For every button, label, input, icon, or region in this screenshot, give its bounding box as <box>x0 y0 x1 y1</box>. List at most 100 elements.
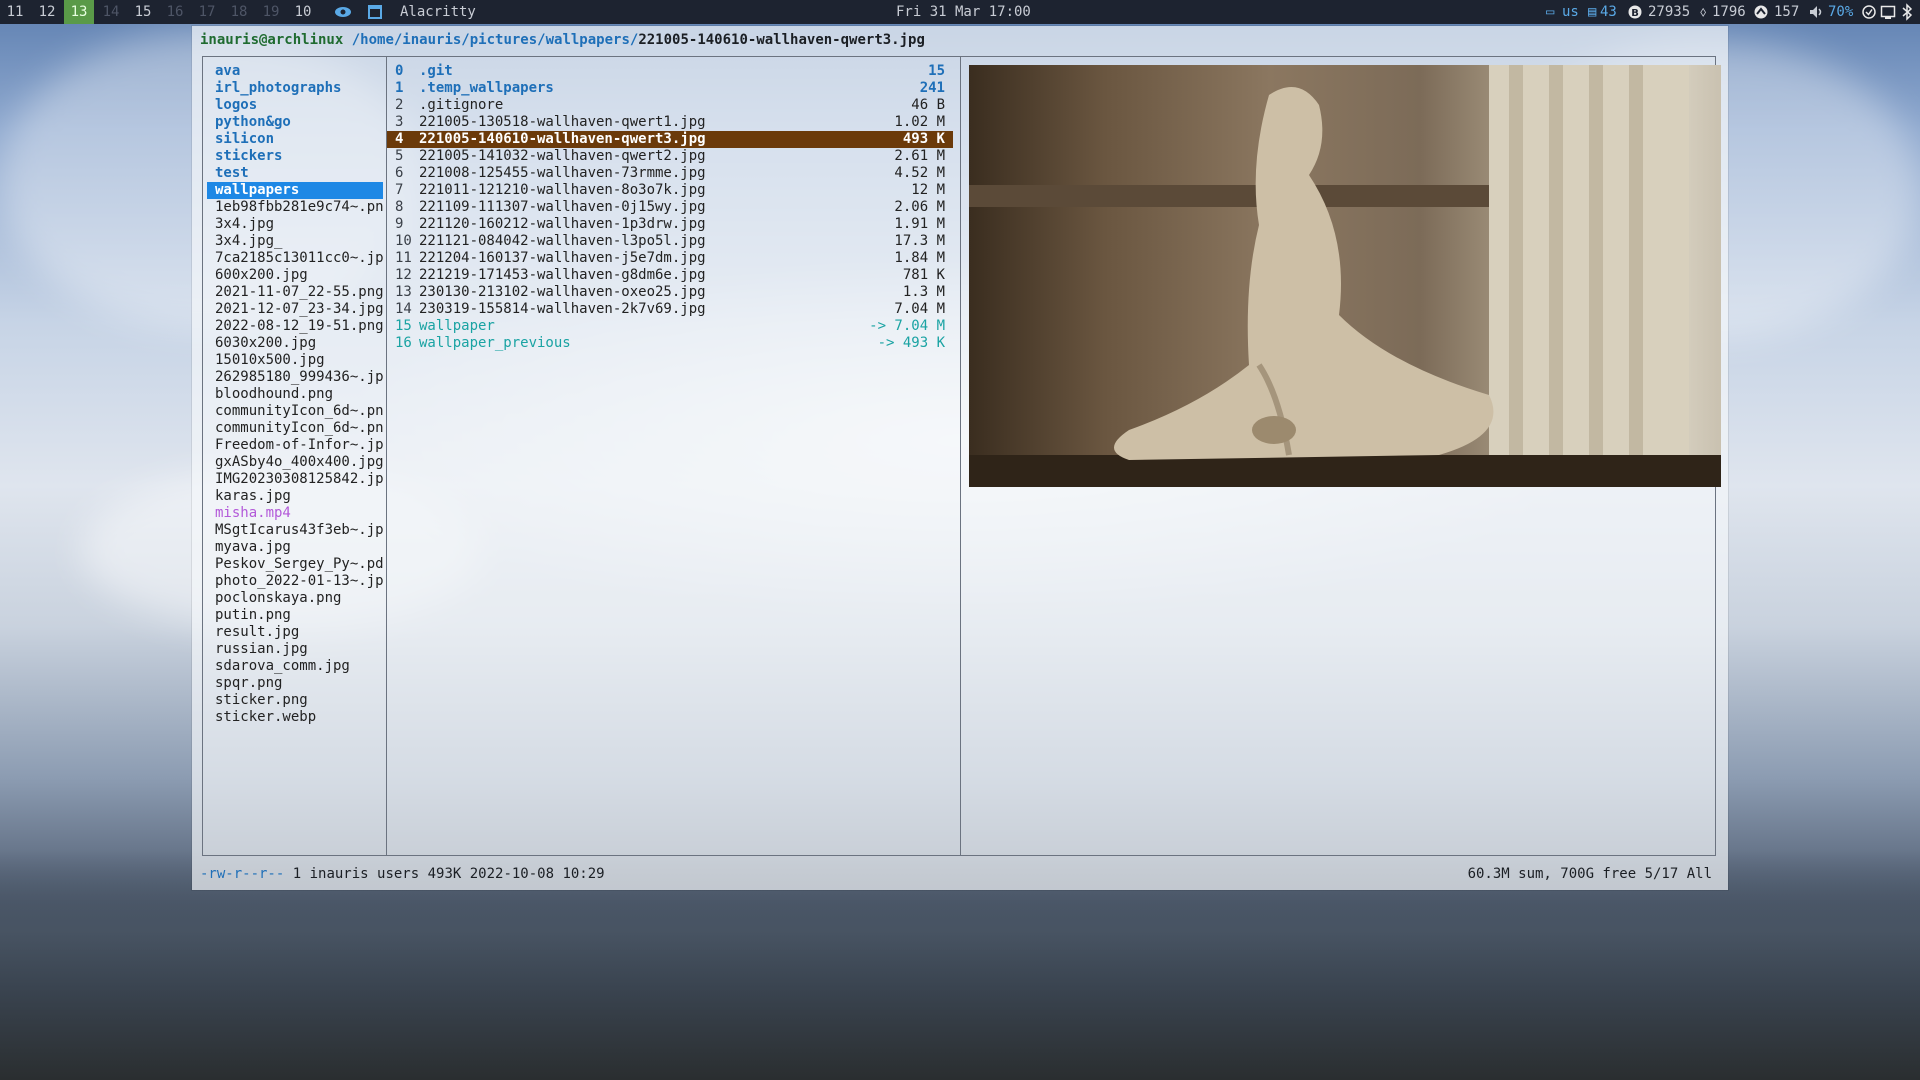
workspace-11[interactable]: 11 <box>0 0 30 24</box>
file-index: 13 <box>395 284 412 300</box>
file-row[interactable]: 1 .temp_wallpapers 241 <box>387 80 953 97</box>
parent-entry[interactable]: gxASby4o_400x400.jpg <box>207 454 383 471</box>
keyboard-layout[interactable]: us <box>1562 0 1579 24</box>
memory-value: 43 <box>1600 4 1617 20</box>
file-size: 7.04 M <box>894 301 945 317</box>
bitcoin-value: 27935 <box>1648 4 1691 20</box>
parent-entry[interactable]: putin.png <box>207 607 383 624</box>
file-size: 1.84 M <box>894 250 945 266</box>
ranger-columns: ava irl_photographs logos python&go silicon s… <box>202 56 1721 856</box>
volume-icon[interactable] <box>1808 0 1824 24</box>
parent-entry[interactable]: 2021-12-07_23-34.jpg <box>207 301 383 318</box>
parent-entry[interactable]: logos <box>207 97 383 114</box>
parent-entry[interactable]: Freedom-of-Infor~.jpg <box>207 437 383 454</box>
file-row[interactable]: 8 221109-111307-wallhaven-0j15wy.jpg 2.06 … <box>387 199 953 216</box>
workspace-19[interactable]: 19 <box>256 0 286 24</box>
parent-entry[interactable]: python&go <box>207 114 383 131</box>
parent-entry[interactable]: 2022-08-12_19-51.png <box>207 318 383 335</box>
parent-entry[interactable]: 1eb98fbb281e9c74~.png <box>207 199 383 216</box>
file-row[interactable]: 14 230319-155814-wallhaven-2k7v69.jpg 7.04… <box>387 301 953 318</box>
file-row[interactable]: 3 221005-130518-wallhaven-qwert1.jpg 1.02 … <box>387 114 953 131</box>
file-row[interactable]: 0 .git 15 <box>387 63 953 80</box>
parent-entry[interactable]: Peskov_Sergey_Py~.pdf <box>207 556 383 573</box>
file-name: .git <box>419 63 453 79</box>
file-name: 230130-213102-wallhaven-oxeo25.jpg <box>419 284 706 300</box>
parent-entry[interactable]: wallpapers <box>207 182 383 199</box>
workspace-18[interactable]: 18 <box>224 0 254 24</box>
parent-entry[interactable]: bloodhound.png <box>207 386 383 403</box>
window-icon <box>368 0 382 24</box>
volume-value[interactable]: 70% <box>1828 0 1853 24</box>
workspace-13[interactable]: 13 <box>64 0 94 24</box>
parent-directory-column: ava irl_photographs logos python&go silicon s… <box>207 63 383 726</box>
parent-entry[interactable]: sticker.webp <box>207 709 383 726</box>
parent-entry[interactable]: karas.jpg <box>207 488 383 505</box>
notifications-icon[interactable] <box>1880 0 1896 24</box>
workspace-12[interactable]: 12 <box>32 0 62 24</box>
parent-entry[interactable]: myava.jpg <box>207 539 383 556</box>
file-row[interactable]: 9 221120-160212-wallhaven-1p3drw.jpg 1.91 … <box>387 216 953 233</box>
parent-entry[interactable]: communityIcon_6d~.png <box>207 420 383 437</box>
file-row[interactable]: 16 wallpaper_previous -> 493 K <box>387 335 953 352</box>
workspace-14[interactable]: 14 <box>96 0 126 24</box>
parent-entry[interactable]: irl_photographs <box>207 80 383 97</box>
parent-entry[interactable]: MSgtIcarus43f3eb~.jpg <box>207 522 383 539</box>
clock[interactable]: Fri 31 Mar 17:00 <box>896 0 1031 24</box>
workspace-10[interactable]: 10 <box>288 0 318 24</box>
file-row[interactable]: 7 221011-121210-wallhaven-8o3o7k.jpg 12 M <box>387 182 953 199</box>
workspace-17[interactable]: 17 <box>192 0 222 24</box>
file-name: 221005-141032-wallhaven-qwert2.jpg <box>419 148 706 164</box>
parent-entry[interactable]: test <box>207 165 383 182</box>
file-row[interactable]: 12 221219-171453-wallhaven-g8dm6e.jpg 781 … <box>387 267 953 284</box>
weather-value: 157 <box>1774 4 1800 20</box>
parent-entry[interactable]: poclonskaya.png <box>207 590 383 607</box>
parent-entry[interactable]: IMG20230308125842.jpg <box>207 471 383 488</box>
file-row[interactable]: 15 wallpaper -> 7.04 M <box>387 318 953 335</box>
file-size: 1.3 M <box>902 284 945 300</box>
parent-entry[interactable]: communityIcon_6d~.png <box>207 403 383 420</box>
parent-entry[interactable]: 600x200.jpg <box>207 267 383 284</box>
parent-entry[interactable]: stickers <box>207 148 383 165</box>
parent-entry[interactable]: silicon <box>207 131 383 148</box>
user-host: inauris@archlinux <box>200 32 344 48</box>
workspace-16[interactable]: 16 <box>160 0 190 24</box>
file-index: 11 <box>395 250 412 266</box>
parent-entry[interactable]: 15010x500.jpg <box>207 352 383 369</box>
parent-entry[interactable]: photo_2022-01-13~.jpg <box>207 573 383 590</box>
file-row[interactable]: 10 221121-084042-wallhaven-l3po5l.jpg 17.3… <box>387 233 953 250</box>
bluetooth-icon[interactable] <box>1900 0 1914 24</box>
parent-entry[interactable]: sdarova_comm.jpg <box>207 658 383 675</box>
workspace-15[interactable]: 15 <box>128 0 158 24</box>
parent-entry[interactable]: 7ca2185c13011cc0~.jpg <box>207 250 383 267</box>
file-row[interactable]: 5 221005-141032-wallhaven-qwert2.jpg 2.61 … <box>387 148 953 165</box>
file-index: 3 <box>395 114 404 130</box>
file-size: 1.91 M <box>894 216 945 232</box>
file-permissions: -rw-r--r-- <box>200 866 285 882</box>
file-row[interactable]: 11 221204-160137-wallhaven-j5e7dm.jpg 1.84… <box>387 250 953 267</box>
file-row[interactable]: 13 230130-213102-wallhaven-oxeo25.jpg 1.3 … <box>387 284 953 301</box>
parent-entry[interactable]: sticker.png <box>207 692 383 709</box>
file-row[interactable]: 2 .gitignore 46 B <box>387 97 953 114</box>
file-row[interactable]: 6 221008-125455-wallhaven-73rmme.jpg 4.52 … <box>387 165 953 182</box>
file-size: 4.52 M <box>894 165 945 181</box>
file-index: 15 <box>395 318 412 334</box>
parent-entry[interactable]: 3x4.jpg_ <box>207 233 383 250</box>
parent-entry[interactable]: 2021-11-07_22-55.png <box>207 284 383 301</box>
check-circle-icon[interactable] <box>1862 0 1876 24</box>
file-index: 10 <box>395 233 412 249</box>
file-row[interactable]: 4 221005-140610-wallhaven-qwert3.jpg 493 K <box>387 131 953 148</box>
parent-entry[interactable]: 6030x200.jpg <box>207 335 383 352</box>
parent-entry[interactable]: 3x4.jpg <box>207 216 383 233</box>
parent-entry[interactable]: russian.jpg <box>207 641 383 658</box>
parent-entry[interactable]: spqr.png <box>207 675 383 692</box>
parent-entry[interactable]: misha.mp4 <box>207 505 383 522</box>
terminal-window[interactable]: inauris@archlinux /home/inauris/pictures… <box>192 26 1728 890</box>
parent-entry[interactable]: result.jpg <box>207 624 383 641</box>
ethereum-value: 1796 <box>1712 4 1746 20</box>
file-size: 493 K <box>902 131 945 147</box>
file-index: 9 <box>395 216 404 232</box>
parent-entry[interactable]: 262985180_999436~.jpg <box>207 369 383 386</box>
file-name: 221011-121210-wallhaven-8o3o7k.jpg <box>419 182 706 198</box>
parent-entry[interactable]: ava <box>207 63 383 80</box>
file-index: 16 <box>395 335 412 351</box>
